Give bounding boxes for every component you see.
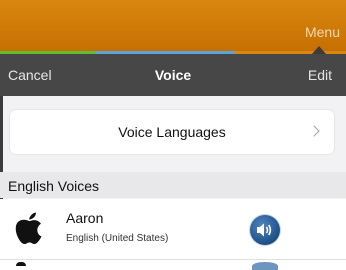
voice-name: Aaron bbox=[66, 210, 104, 226]
voice-language: English (United States) bbox=[66, 233, 169, 244]
edit-button[interactable]: Edit bbox=[308, 67, 332, 83]
menu-button[interactable]: Menu bbox=[305, 24, 340, 40]
section-header: English Voices bbox=[0, 172, 346, 198]
popover-nav-bar: Cancel Voice Edit bbox=[0, 54, 346, 96]
voice-languages-button[interactable]: Voice Languages bbox=[10, 110, 334, 154]
popover-title: Voice bbox=[154, 67, 192, 83]
apple-logo-icon bbox=[15, 212, 42, 245]
app-top-bar bbox=[0, 0, 346, 52]
voice-languages-label: Voice Languages bbox=[118, 124, 226, 140]
voice-row-aaron[interactable]: Aaron English (United States) bbox=[0, 199, 346, 259]
apple-logo-icon bbox=[16, 262, 26, 266]
popover-caret bbox=[312, 46, 326, 54]
speaker-icon bbox=[257, 223, 272, 237]
speaker-icon bbox=[252, 262, 278, 270]
section-title: English Voices bbox=[8, 178, 100, 194]
play-sample-button[interactable] bbox=[250, 215, 280, 245]
